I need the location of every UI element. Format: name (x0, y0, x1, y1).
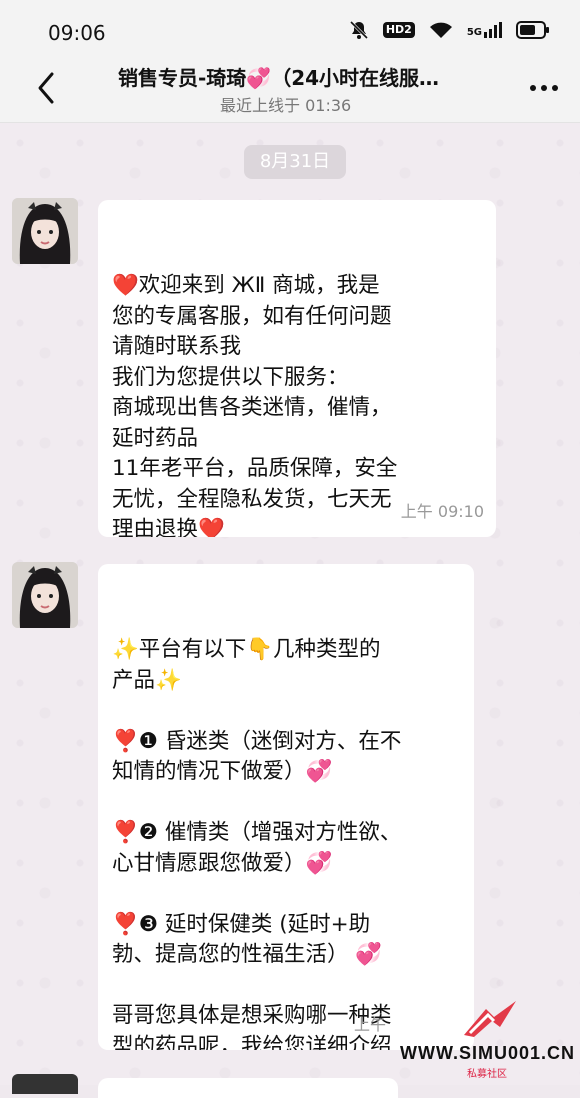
battery-icon (516, 21, 549, 39)
message-bubble[interactable] (98, 1078, 398, 1098)
message-line: 心甘情愿跟您做爱）💞 (112, 850, 333, 876)
message-line: 请随时联系我 (112, 334, 242, 359)
last-seen-status: 最近上线于 01:36 (220, 96, 352, 115)
message-bubble[interactable]: ✨平台有以下👇几种类型的 产品✨ ❣️❶ 昏迷类（迷倒对方、在不 知情的情况下做爱）💞… (98, 564, 474, 1050)
message-time: 上午 (354, 1014, 387, 1034)
message-line: ❤️欢迎来到 ЖⅡ 商城，我是 (112, 273, 380, 298)
status-bar: 09:06 HD2 5G (0, 0, 580, 58)
back-arrow-icon[interactable] (30, 68, 64, 108)
message-line (112, 696, 460, 727)
more-options-icon[interactable] (528, 76, 560, 100)
watermark: WWW.SIMU001.CN 私募社区 (400, 999, 576, 1080)
chat-area[interactable]: 8月31日 ❤️欢迎来到 ЖⅡ 商城，我是 您的专属客服，如有任何问题 请随时联系我… (0, 123, 580, 1085)
signal-icon: 5G (467, 22, 502, 38)
hd-badge: HD2 (382, 22, 415, 38)
message-line: 您的专属客服，如有任何问题 (112, 303, 392, 329)
message-line (112, 971, 460, 1002)
message-line: 商城现出售各类迷情，催情， (112, 395, 392, 420)
date-divider: 8月31日 (244, 145, 346, 179)
status-icons: HD2 5G (349, 20, 550, 40)
chat-title[interactable]: 销售专员-琦琦💞（24小时在线服… (118, 62, 498, 91)
message-bubble[interactable]: ❤️欢迎来到 ЖⅡ 商城，我是 您的专属客服，如有任何问题 请随时联系我我们为您提供… (98, 200, 496, 537)
avatar[interactable] (12, 1074, 78, 1094)
avatar[interactable] (12, 198, 78, 264)
message-line (112, 879, 460, 910)
message-line: ✨平台有以下👇几种类型的 (112, 637, 381, 662)
message-line: ❣️❷ 催情类（增强对方性欲、 (112, 820, 402, 845)
watermark-site: WWW.SIMU001.CN (400, 1043, 576, 1063)
avatar[interactable] (12, 562, 78, 628)
network-type: 5G (466, 27, 482, 38)
message-line: ❣️❸ 延时保健类 (延时+助 (112, 911, 371, 937)
message-line: ❣️❶ 昏迷类（迷倒对方、在不 (112, 728, 402, 754)
message-line: 我们为您提供以下服务： (112, 364, 349, 390)
chat-header: 销售专员-琦琦💞（24小时在线服… 最近上线于 01:36 (0, 58, 580, 123)
watermark-logo-icon (464, 1001, 516, 1037)
wifi-icon (429, 22, 452, 38)
message-line: 产品✨ (112, 667, 182, 693)
message-line (112, 788, 460, 819)
message-line: 延时药品 (112, 425, 199, 451)
status-time: 09:06 (48, 21, 106, 45)
message-time: 上午 09:10 (400, 501, 484, 521)
mute-bell-icon (349, 20, 368, 40)
message-text: ✨平台有以下👇几种类型的 产品✨ ❣️❶ 昏迷类（迷倒对方、在不 知情的情况下做爱）💞… (112, 635, 460, 1050)
message-line: 勃、提高您的性福生活） 💞 (112, 942, 383, 967)
message-line: 知情的情况下做爱）💞 (112, 759, 333, 784)
watermark-subtitle: 私募社区 (467, 1069, 507, 1080)
message-line: 11年老平台，品质保障，安全 (112, 456, 398, 481)
